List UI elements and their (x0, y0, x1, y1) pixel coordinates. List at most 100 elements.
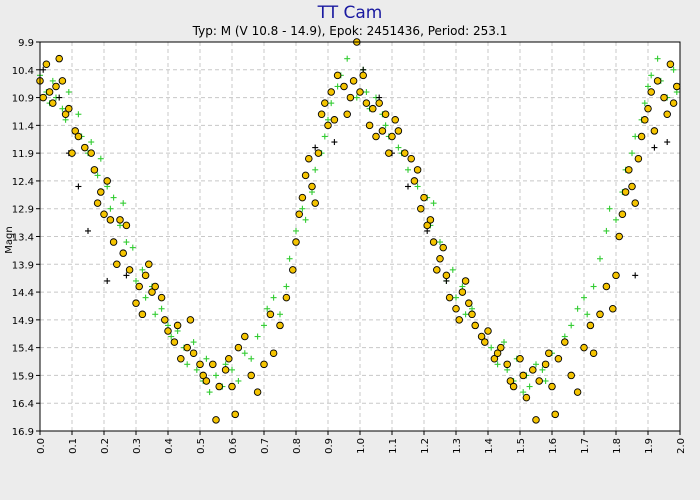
data-point-circle (55, 54, 63, 63)
x-tick-label: 0.9 (324, 438, 335, 454)
data-point-circle (317, 110, 326, 118)
data-point-circle (615, 232, 623, 241)
x-tick-label: 1.9 (644, 438, 655, 454)
data-point-circle (545, 349, 553, 357)
data-point-circle (282, 293, 291, 302)
data-point-circle (362, 99, 371, 107)
data-point-circle (196, 360, 204, 369)
data-point-circle (497, 343, 505, 352)
data-point-circle (324, 121, 332, 130)
data-point-circle (305, 154, 313, 163)
data-point-circle (621, 188, 630, 196)
data-point-circle (87, 149, 95, 157)
data-point-circle (401, 149, 409, 157)
data-point-circle (151, 282, 159, 291)
data-point-circle (311, 199, 319, 207)
data-point-circle (602, 282, 611, 291)
x-tick-label: 0.3 (132, 438, 143, 454)
data-point-circle (618, 210, 627, 219)
data-point-circle (183, 343, 191, 352)
data-point-circle (42, 60, 51, 68)
data-point-circle (93, 199, 102, 207)
data-point-circle (247, 371, 255, 380)
data-point-circle (52, 82, 60, 91)
x-tick-label: 0.4 (164, 438, 175, 454)
data-point-circle (189, 349, 198, 357)
data-point-circle (637, 132, 646, 141)
x-tick-label: 1.7 (580, 438, 591, 454)
data-point-circle (253, 388, 262, 396)
data-point-circle (391, 116, 399, 124)
data-point-circle (266, 310, 275, 319)
data-point-circle (49, 99, 57, 107)
data-point-circle (161, 316, 169, 324)
x-tick-label: 1.5 (516, 438, 527, 454)
data-point-circle (417, 204, 425, 213)
data-point-circle (116, 216, 124, 224)
data-point-circle (202, 377, 211, 385)
data-point-circle (369, 104, 377, 113)
data-point-circle (119, 249, 127, 257)
data-point-circle (586, 321, 595, 330)
data-point-circle (106, 216, 115, 224)
data-point-circle (471, 321, 479, 330)
data-point-circle (100, 210, 108, 219)
data-point-circle (295, 210, 303, 219)
data-point-circle (554, 355, 563, 363)
y-tick-label: 10.4 (12, 66, 34, 77)
data-point-circle (292, 238, 300, 246)
y-tick-label: 12.4 (12, 177, 34, 188)
data-point-circle (653, 77, 662, 85)
data-point-circle (298, 193, 307, 202)
data-point-circle (407, 154, 415, 163)
data-point-circle (596, 310, 604, 319)
data-point-circle (519, 371, 527, 380)
data-point-circle (314, 149, 323, 157)
data-point-circle (413, 166, 422, 174)
data-point-circle (439, 243, 447, 252)
data-point-circle (45, 88, 54, 96)
data-point-circle (170, 338, 179, 346)
data-point-circle (663, 110, 671, 118)
data-point-circle (433, 266, 441, 274)
x-tick-label: 0.2 (100, 438, 111, 454)
data-point-circle (164, 327, 172, 335)
data-point-circle (301, 171, 310, 180)
data-point-circle (340, 82, 348, 91)
data-point-circle (516, 355, 524, 363)
data-point-circle (356, 88, 364, 96)
x-tick-label: 0.6 (228, 438, 239, 454)
data-point-circle (276, 321, 284, 330)
data-point-circle (509, 382, 518, 391)
x-tick-label: 0.7 (260, 438, 271, 454)
data-point-circle (209, 360, 217, 369)
data-point-circle (426, 216, 435, 224)
x-tick-label: 1.0 (356, 438, 367, 454)
data-point-circle (113, 260, 121, 269)
data-point-circle (442, 271, 451, 280)
data-point-circle (522, 393, 531, 402)
data-point-circle (535, 377, 543, 385)
data-point-circle (660, 93, 668, 102)
data-point-circle (359, 71, 367, 80)
data-point-circle (452, 304, 460, 313)
x-tick-label: 1.2 (420, 438, 431, 454)
data-point-circle (81, 143, 89, 152)
data-point-circle (141, 271, 150, 280)
data-point-circle (548, 382, 556, 391)
y-tick-label: 14.4 (12, 288, 34, 299)
data-point-circle (445, 293, 454, 302)
x-tick-label: 1.6 (548, 438, 559, 454)
data-point-circle (212, 416, 220, 424)
data-point-circle (644, 104, 652, 113)
data-point-circle (481, 338, 489, 346)
data-point-circle (308, 182, 316, 191)
data-point-circle (132, 299, 140, 307)
data-point-circle (612, 271, 620, 280)
data-point-circle (465, 299, 473, 307)
data-point-circle (221, 366, 230, 374)
y-tick-label: 13.9 (12, 260, 34, 271)
data-point-circle (234, 343, 243, 352)
chart-subtitle: Typ: M (V 10.8 - 14.9), Epok: 2451436, P… (192, 24, 508, 38)
data-point-circle (260, 360, 268, 369)
